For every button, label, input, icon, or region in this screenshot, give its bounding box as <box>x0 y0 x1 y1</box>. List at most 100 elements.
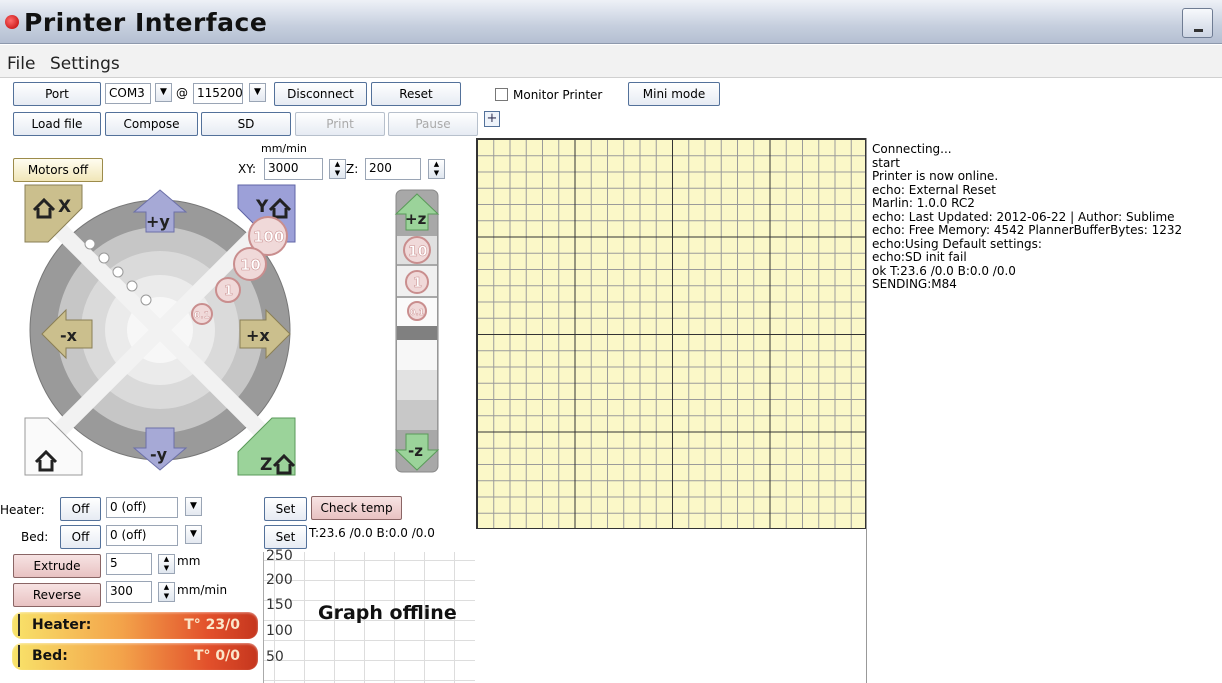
z-feedrate-spinner[interactable]: ▲ ▼ <box>428 159 445 179</box>
graph-tick-label: 150 <box>266 597 293 613</box>
extrude-speed-input[interactable]: 300 <box>106 581 152 603</box>
home-y-label: Y <box>255 197 269 217</box>
extrude-length-spinner[interactable]: ▲ ▼ <box>158 554 175 574</box>
heater-bar-label: Heater: <box>32 617 92 633</box>
menu-file[interactable]: File <box>7 54 35 74</box>
log-line: Marlin: 1.0.0 RC2 <box>872 196 975 210</box>
temperature-readout: T:23.6 /0.0 B:0.0 /0.0 <box>309 526 435 540</box>
extrude-length-input[interactable]: 5 <box>106 553 152 575</box>
bed-temp-bar: Bed: T° 0/0 <box>12 643 258 670</box>
z-feedrate-input[interactable]: 200 <box>365 158 421 180</box>
port-dropdown-button[interactable]: ▼ <box>155 83 172 102</box>
disconnect-button[interactable]: Disconnect <box>274 82 367 106</box>
log-line: echo:Using Default settings: <box>872 236 1042 251</box>
step-100-label: 100 <box>253 228 284 246</box>
minimize-button[interactable] <box>1182 8 1213 38</box>
add-button[interactable]: + <box>484 111 500 127</box>
menu-settings[interactable]: Settings <box>50 54 120 74</box>
heater-bar-value: T° 23/0 <box>184 617 240 633</box>
heater-label: Heater: <box>0 503 45 517</box>
baud-select[interactable]: 115200 <box>193 83 243 104</box>
step-01-button[interactable]: 0.1 <box>191 303 213 325</box>
bed-temp-marker-icon <box>15 645 23 667</box>
minus-z-label: -z <box>408 442 423 460</box>
log-line: SENDING:M84 <box>872 277 957 291</box>
chevron-down-icon: ▼ <box>190 501 197 511</box>
bed-set-button[interactable]: Set <box>264 525 307 549</box>
at-label: @ <box>176 86 188 100</box>
bed-dropdown-button[interactable]: ▼ <box>185 525 202 544</box>
heater-temp-select[interactable]: 0 (off) <box>106 497 178 518</box>
extrude-button[interactable]: Extrude <box>13 554 101 578</box>
log-line: start <box>872 155 900 170</box>
minus-x-label: -x <box>60 326 78 345</box>
baud-dropdown-button[interactable]: ▼ <box>249 83 266 102</box>
z-jog-control[interactable]: +z -z 10 1 0.1 <box>384 186 444 480</box>
extrude-speed-spinner[interactable]: ▲ ▼ <box>158 582 175 602</box>
print-bed-grid[interactable] <box>476 138 866 529</box>
reset-button[interactable]: Reset <box>371 82 461 106</box>
xy-jog-control[interactable]: X Y Z +y -y -x +x 100 10 1 0.1 <box>20 180 320 480</box>
reverse-button[interactable]: Reverse <box>13 583 101 607</box>
log-line: echo: External Reset <box>872 182 996 197</box>
print-button[interactable]: Print <box>295 112 385 136</box>
load-file-button[interactable]: Load file <box>13 112 101 136</box>
temperature-graph: 250 200 150 100 50 Graph offline <box>263 548 475 683</box>
step-10-button[interactable]: 10 <box>233 247 267 281</box>
z-step-1-label: 1 <box>413 276 422 291</box>
minimize-icon <box>1194 29 1203 32</box>
log-line: echo:SD init fail <box>872 250 967 264</box>
port-select[interactable]: COM3 <box>105 83 151 104</box>
bed-temp-select[interactable]: 0 (off) <box>106 525 178 546</box>
monitor-printer-checkbox[interactable] <box>495 88 508 101</box>
title-bar: Printer Interface <box>0 0 1222 44</box>
bed-bar-value: T° 0/0 <box>193 648 240 664</box>
step-1-button[interactable]: 1 <box>215 277 241 303</box>
window-title: Printer Interface <box>24 8 268 37</box>
port-button[interactable]: Port <box>13 82 101 106</box>
z-feedrate-label: Z: <box>346 162 359 176</box>
graph-tick-label: 250 <box>266 548 293 564</box>
chevron-down-icon: ▼ <box>160 87 167 97</box>
log-line: Connecting... <box>872 142 952 156</box>
z-step-1-button[interactable]: 1 <box>405 270 429 294</box>
graph-status: Graph offline <box>318 602 457 624</box>
app-logo-icon <box>5 15 19 29</box>
monitor-printer-label: Monitor Printer <box>513 88 603 102</box>
mini-mode-button[interactable]: Mini mode <box>628 82 720 106</box>
pause-button[interactable]: Pause <box>388 112 478 136</box>
heater-temp-bar: Heater: T° 23/0 <box>12 612 258 639</box>
minus-y-label: -y <box>150 445 168 464</box>
check-temp-button[interactable]: Check temp <box>311 496 402 520</box>
heater-off-button[interactable]: Off <box>60 497 101 521</box>
compose-button[interactable]: Compose <box>105 112 198 136</box>
xy-feedrate-spinner[interactable]: ▲ ▼ <box>329 159 346 179</box>
heater-temp-marker-icon <box>15 614 23 636</box>
log-line: echo: Last Updated: 2012-06-22 | Author:… <box>872 209 1175 224</box>
bed-label: Bed: <box>21 530 49 544</box>
graph-tick-label: 200 <box>266 572 293 588</box>
menu-bar: File Settings <box>0 45 1222 78</box>
log-line: Printer is now online. <box>872 169 999 183</box>
xy-feedrate-label: XY: <box>238 162 256 176</box>
bed-off-button[interactable]: Off <box>60 525 101 549</box>
motors-off-button[interactable]: Motors off <box>13 158 103 182</box>
home-z-label: Z <box>260 455 272 475</box>
sd-button[interactable]: SD <box>201 112 291 136</box>
log-line: echo: Free Memory: 4542 PlannerBufferByt… <box>872 223 1183 237</box>
z-step-01-button[interactable]: 0.1 <box>407 301 427 321</box>
extrude-speed-unit: mm/min <box>177 583 228 597</box>
heater-set-button[interactable]: Set <box>264 497 307 521</box>
log-line: ok T:23.6 /0.0 B:0.0 /0.0 <box>872 263 1016 278</box>
graph-tick-label: 100 <box>266 623 293 639</box>
chevron-down-icon: ▼ <box>254 87 261 97</box>
plus-y-label: +y <box>146 212 170 231</box>
console-log[interactable]: Connecting... start Printer is now online.… <box>866 138 1222 683</box>
chevron-down-icon: ▼ <box>190 529 197 539</box>
xy-feedrate-input[interactable]: 3000 <box>264 158 323 180</box>
z-step-10-button[interactable]: 10 <box>403 236 431 264</box>
heater-dropdown-button[interactable]: ▼ <box>185 497 202 516</box>
z-step-01-label: 0.1 <box>410 308 425 317</box>
step-01-label: 0.1 <box>194 311 210 321</box>
feedrate-unit-label: mm/min <box>261 142 307 155</box>
